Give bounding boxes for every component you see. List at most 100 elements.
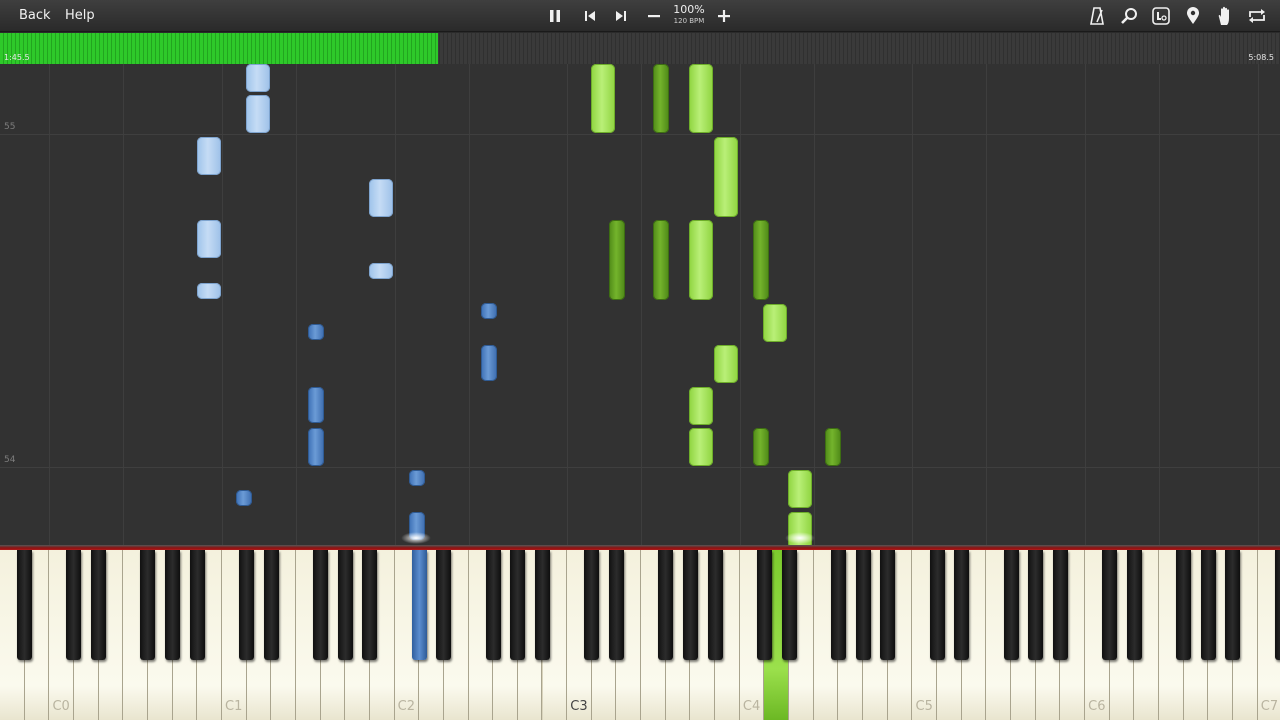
back-button[interactable]: Back bbox=[12, 4, 58, 28]
loop-icon[interactable] bbox=[1245, 4, 1269, 28]
right-hand-note bbox=[714, 137, 738, 217]
pause-icon[interactable] bbox=[543, 4, 567, 28]
black-key[interactable] bbox=[362, 550, 378, 660]
black-key[interactable] bbox=[510, 550, 526, 660]
black-key[interactable] bbox=[1003, 550, 1019, 660]
black-key[interactable] bbox=[929, 550, 945, 660]
note-labels-icon[interactable] bbox=[1149, 4, 1173, 28]
left-hand-note bbox=[197, 137, 221, 175]
key-guide-line bbox=[986, 64, 988, 545]
key-guide-line bbox=[468, 64, 470, 545]
left-hand-note bbox=[481, 345, 497, 381]
black-key[interactable] bbox=[880, 550, 896, 660]
octave-label: C6 bbox=[1088, 699, 1106, 714]
left-hand-note bbox=[236, 490, 252, 506]
progress-fill bbox=[0, 33, 438, 64]
black-key[interactable] bbox=[436, 550, 452, 660]
key-guide-line bbox=[123, 64, 125, 545]
skip-next-icon[interactable] bbox=[609, 4, 633, 28]
skip-previous-icon[interactable] bbox=[578, 4, 602, 28]
measure-line bbox=[0, 467, 1280, 468]
black-key[interactable] bbox=[658, 550, 674, 660]
help-button[interactable]: Help bbox=[58, 4, 102, 28]
black-key[interactable] bbox=[584, 550, 600, 660]
right-hand-note bbox=[753, 220, 769, 300]
left-hand-note bbox=[197, 283, 221, 299]
black-key[interactable] bbox=[411, 550, 427, 660]
black-key[interactable] bbox=[1028, 550, 1044, 660]
black-key[interactable] bbox=[756, 550, 772, 660]
left-hand-hit-spark bbox=[401, 532, 431, 544]
black-key[interactable] bbox=[954, 550, 970, 660]
speed-percent: 100% bbox=[673, 3, 705, 16]
black-key[interactable] bbox=[781, 550, 797, 660]
black-key[interactable] bbox=[239, 550, 255, 660]
key-guide-line bbox=[49, 64, 51, 545]
black-key[interactable] bbox=[1176, 550, 1192, 660]
black-key[interactable] bbox=[1102, 550, 1118, 660]
right-hand-note bbox=[763, 304, 787, 342]
right-hand-note bbox=[825, 428, 841, 466]
magnifier-icon[interactable] bbox=[1117, 4, 1141, 28]
black-key[interactable] bbox=[66, 550, 82, 660]
key-guide-line bbox=[1257, 64, 1259, 545]
key-guide-line bbox=[641, 64, 643, 545]
black-key[interactable] bbox=[140, 550, 156, 660]
left-hand-note bbox=[409, 470, 425, 486]
song-progress-bar[interactable]: 1:45.5 5:08.5 bbox=[0, 33, 1280, 64]
left-hand-note bbox=[246, 95, 270, 133]
metronome-icon[interactable] bbox=[1085, 4, 1109, 28]
right-hand-note bbox=[591, 64, 615, 133]
black-key[interactable] bbox=[91, 550, 107, 660]
black-key[interactable] bbox=[313, 550, 329, 660]
black-key[interactable] bbox=[535, 550, 550, 660]
key-guide-line bbox=[739, 64, 741, 545]
left-hand-note bbox=[481, 303, 497, 319]
black-key[interactable] bbox=[855, 550, 871, 660]
right-hand-note bbox=[689, 428, 713, 466]
octave-label: C7 bbox=[1260, 699, 1279, 714]
piano-keyboard[interactable]: C0 C1 C2 C3 C4 C5 C6 C7 bbox=[0, 550, 1280, 720]
right-hand-note bbox=[753, 428, 769, 466]
black-key[interactable] bbox=[1200, 550, 1216, 660]
black-key[interactable] bbox=[263, 550, 279, 660]
left-hand-note bbox=[369, 263, 393, 279]
black-key[interactable] bbox=[337, 550, 353, 660]
black-key[interactable] bbox=[830, 550, 846, 660]
synthesia-player: Back Help 100% 120 BPM 1:45.5 5:08.5 55 … bbox=[0, 0, 1280, 720]
minus-icon[interactable] bbox=[642, 4, 666, 28]
map-pin-icon[interactable] bbox=[1181, 4, 1205, 28]
right-hand-note bbox=[689, 387, 713, 425]
black-key[interactable] bbox=[1225, 550, 1241, 660]
black-key[interactable] bbox=[1126, 550, 1142, 660]
black-key[interactable] bbox=[189, 550, 205, 660]
key-guide-line bbox=[567, 64, 569, 545]
measure-number: 54 bbox=[4, 455, 16, 465]
left-hand-note bbox=[308, 428, 324, 466]
black-key[interactable] bbox=[707, 550, 723, 660]
black-key[interactable] bbox=[485, 550, 501, 660]
left-hand-note bbox=[308, 324, 324, 340]
key-guide-line bbox=[1085, 64, 1087, 545]
measure-number: 55 bbox=[4, 122, 16, 132]
black-key[interactable] bbox=[1274, 550, 1280, 660]
left-hand-note bbox=[246, 64, 270, 92]
right-hand-note bbox=[689, 64, 713, 133]
hand-icon[interactable] bbox=[1213, 4, 1237, 28]
left-hand-note bbox=[197, 220, 221, 258]
falling-notes-area: 55 54 bbox=[0, 64, 1280, 545]
left-hand-note bbox=[308, 387, 324, 423]
black-key[interactable] bbox=[1052, 550, 1068, 660]
key-guide-line bbox=[221, 64, 223, 545]
plus-icon[interactable] bbox=[712, 4, 736, 28]
black-key[interactable] bbox=[165, 550, 181, 660]
black-key[interactable] bbox=[682, 550, 698, 660]
key-guide-line bbox=[295, 64, 297, 545]
total-time: 5:08.5 bbox=[1248, 53, 1274, 62]
octave-label: C2 bbox=[397, 699, 416, 714]
key-guide-line bbox=[1159, 64, 1160, 545]
right-hand-note bbox=[609, 220, 625, 300]
black-key[interactable] bbox=[17, 550, 33, 660]
black-key[interactable] bbox=[608, 550, 624, 660]
top-toolbar: Back Help 100% 120 BPM bbox=[0, 0, 1280, 32]
